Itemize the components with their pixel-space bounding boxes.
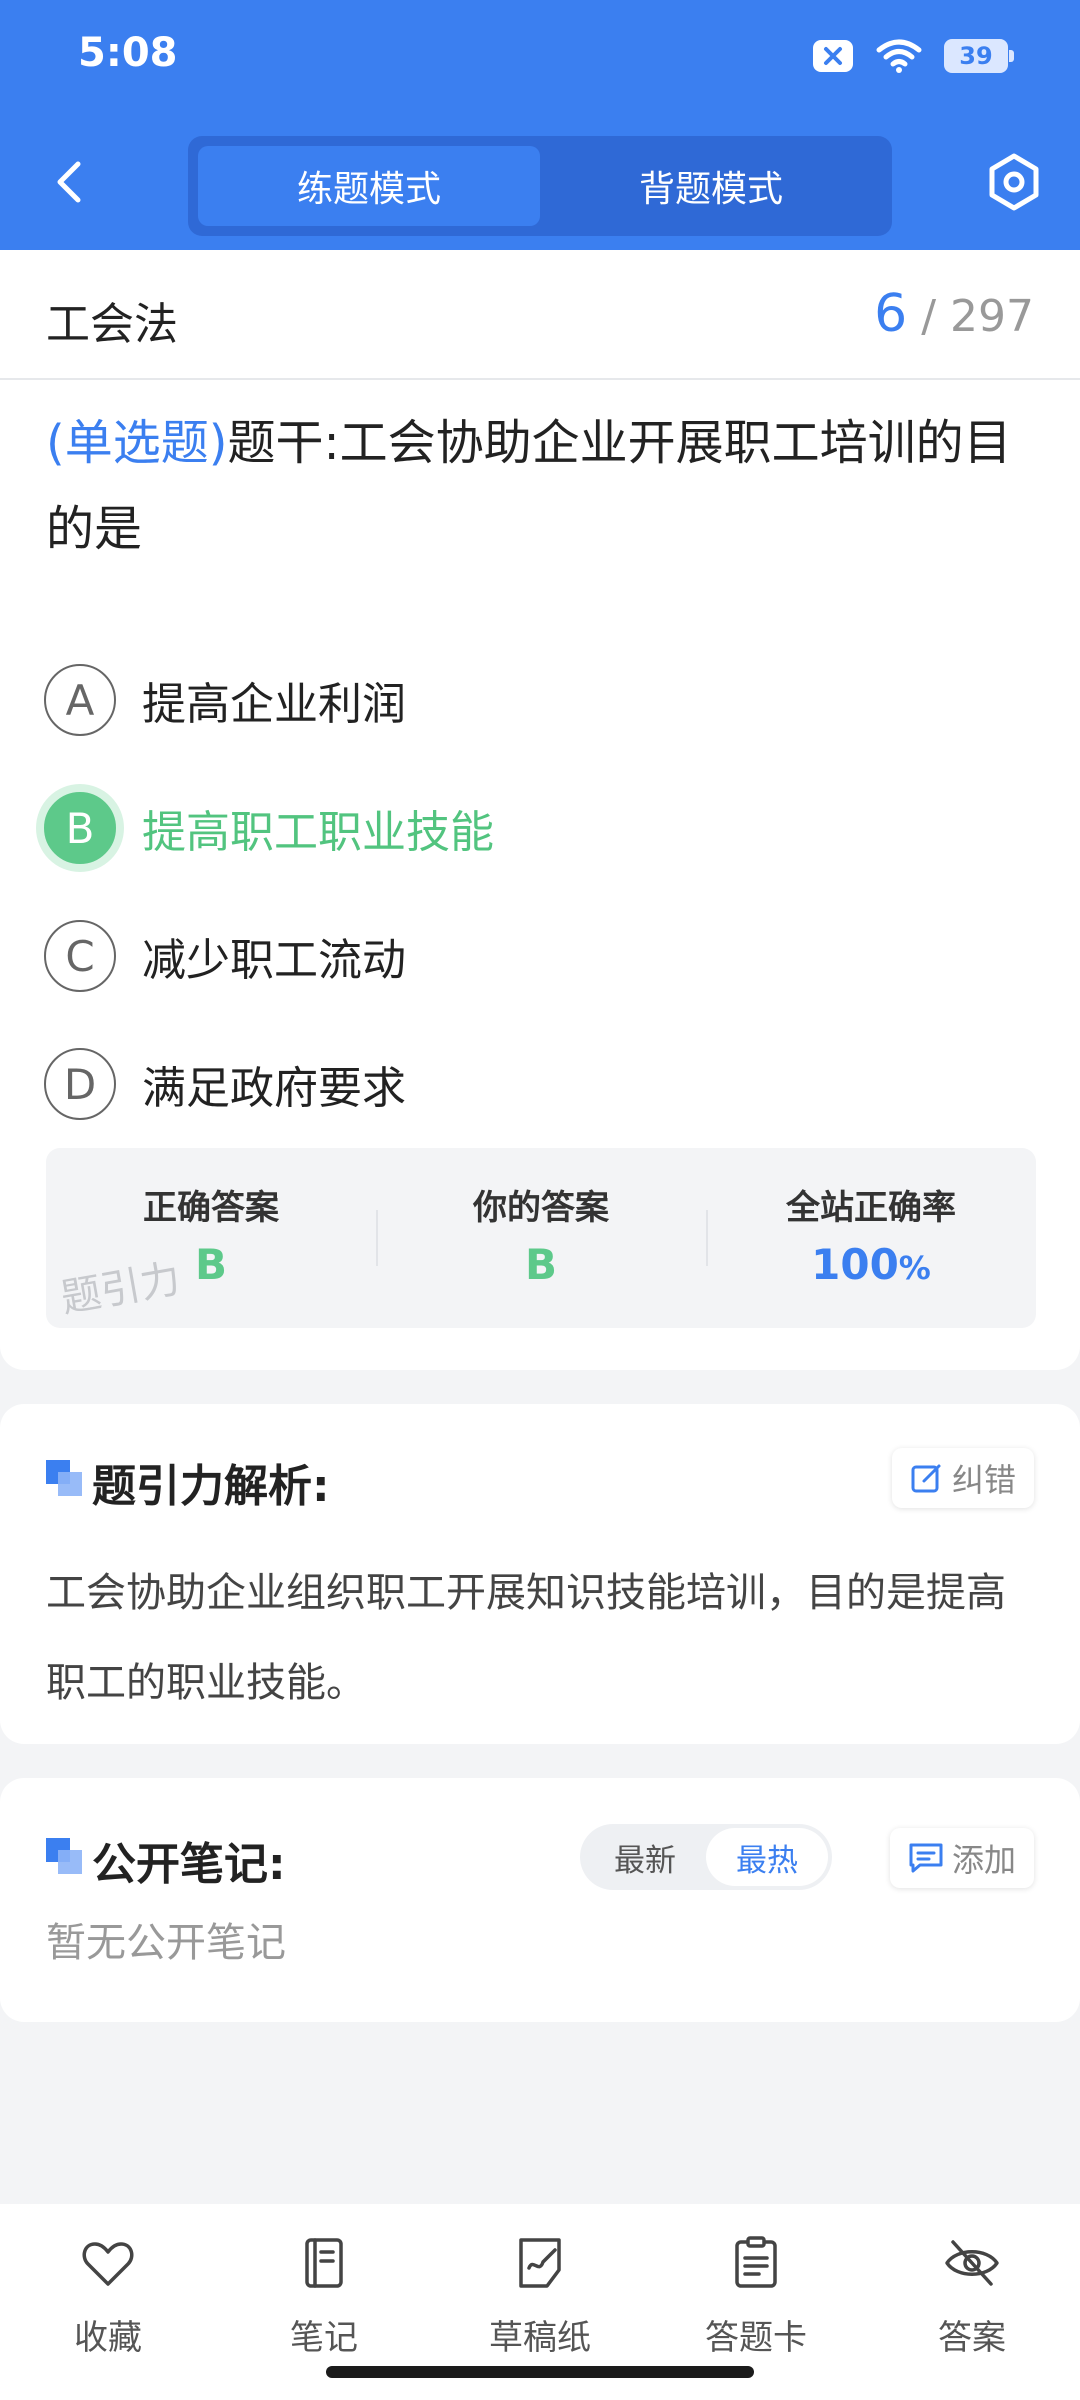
- status-icons: 39: [812, 38, 1014, 74]
- sort-hottest[interactable]: 最热: [706, 1828, 828, 1886]
- stat-label: 你的答案: [473, 1188, 609, 1228]
- stat-accuracy-rate: 全站正确率 100%: [706, 1148, 1036, 1328]
- wifi-icon: [876, 39, 922, 73]
- section-squares-icon: [46, 1460, 82, 1496]
- sort-newest[interactable]: 最新: [584, 1828, 706, 1886]
- option-text: 减少职工流动: [142, 935, 406, 986]
- settings-icon[interactable]: [982, 150, 1046, 214]
- analysis-card: 题引力解析: 纠错 工会协助企业组织职工开展知识技能培训，目的是提高职工的职业技…: [0, 1404, 1080, 1744]
- stat-your-answer: 你的答案 B: [376, 1148, 706, 1328]
- notebook-icon: [305, 2238, 343, 2288]
- nav-row: 练题模式 背题模式: [0, 120, 1080, 250]
- option-b[interactable]: B 提高职工职业技能: [44, 788, 494, 868]
- option-text: 提高职工职业技能: [142, 807, 494, 858]
- mode-switch: 练题模式 背题模式: [188, 136, 892, 236]
- option-a[interactable]: A 提高企业利润: [44, 660, 406, 740]
- notes-sort-toggle: 最新 最热: [580, 1824, 832, 1890]
- stat-label: 全站正确率: [786, 1188, 956, 1228]
- progress-current: 6: [874, 284, 908, 344]
- rate-unit: %: [898, 1249, 931, 1287]
- answer-sheet-icon: [735, 2236, 777, 2288]
- tab-memorize-mode[interactable]: 背题模式: [540, 146, 882, 226]
- question-stem: (单选题)题干:工会协助企业开展职工培训的目的是: [46, 400, 1036, 572]
- home-indicator[interactable]: [326, 2366, 754, 2378]
- analysis-title: 题引力解析:: [92, 1461, 330, 1512]
- favorite-button[interactable]: 收藏: [0, 2234, 216, 2359]
- status-bar: 5:08 39: [0, 0, 1080, 120]
- answer-sheet-label: 答题卡: [705, 2318, 807, 2358]
- answer-sheet-button[interactable]: 答题卡: [648, 2234, 864, 2359]
- option-text: 满足政府要求: [142, 1063, 406, 1114]
- progress-total: 297: [950, 291, 1034, 342]
- notes-button[interactable]: 笔记: [216, 2234, 432, 2359]
- option-d[interactable]: D 满足政府要求: [44, 1044, 406, 1124]
- analysis-text: 工会协助企业组织职工开展知识技能培训，目的是提高职工的职业技能。: [46, 1570, 1006, 1706]
- battery-icon: 39: [944, 39, 1014, 73]
- option-c[interactable]: C 减少职工流动: [44, 916, 406, 996]
- notes-card: 公开笔记: 最新 最热 添加 暂无公开笔记: [0, 1778, 1080, 2022]
- eye-off-icon: [945, 2240, 999, 2286]
- report-error-button[interactable]: 纠错: [891, 1448, 1034, 1508]
- battery-level: 39: [959, 42, 993, 70]
- notes-label: 笔记: [290, 2318, 358, 2358]
- comment-icon: [909, 1843, 943, 1873]
- draft-paper-icon: [519, 2238, 561, 2288]
- stat-correct-answer: 正确答案 B 题引力: [46, 1148, 376, 1328]
- back-icon[interactable]: [40, 152, 100, 212]
- option-text: 提高企业利润: [142, 679, 406, 730]
- app-root: 5:08 39 练题模式 背题模式 工会法 6 / 297 (单选题)题干:工会…: [0, 0, 1080, 2400]
- answer-toggle-button[interactable]: 答案: [864, 2234, 1080, 2359]
- answer-toggle-label: 答案: [938, 2318, 1006, 2358]
- rate-number: 100: [811, 1240, 899, 1289]
- edit-icon: [911, 1464, 941, 1493]
- header: 5:08 39 练题模式 背题模式: [0, 0, 1080, 250]
- question-card: 工会法 6 / 297 (单选题)题干:工会协助企业开展职工培训的目的是 A 提…: [0, 250, 1080, 1370]
- tab-practice-mode[interactable]: 练题模式: [198, 146, 540, 226]
- option-letter: C: [44, 920, 116, 992]
- question-progress[interactable]: 6 / 297: [874, 284, 1034, 344]
- stat-value: B: [524, 1240, 557, 1289]
- status-time: 5:08: [78, 30, 178, 76]
- stat-value: 100%: [706, 1240, 1036, 1289]
- stat-label: 正确答案: [143, 1188, 279, 1228]
- draft-paper-button[interactable]: 草稿纸: [432, 2234, 648, 2359]
- answer-stats: 正确答案 B 题引力 你的答案 B 全站正确率 100%: [46, 1148, 1036, 1328]
- question-type: (单选题): [46, 415, 228, 471]
- option-letter: D: [44, 1048, 116, 1120]
- subject-row: 工会法 6 / 297: [0, 250, 1080, 380]
- progress-separator: /: [921, 291, 937, 342]
- heart-icon: [82, 2242, 134, 2286]
- option-letter: A: [44, 664, 116, 736]
- add-note-button[interactable]: 添加: [889, 1828, 1034, 1888]
- notification-x-icon: [813, 40, 853, 72]
- option-letter: B: [44, 792, 116, 864]
- section-squares-icon: [46, 1838, 82, 1874]
- subject-title: 工会法: [46, 299, 178, 350]
- report-error-label: 纠错: [951, 1461, 1016, 1499]
- favorite-label: 收藏: [74, 2318, 142, 2358]
- notes-title: 公开笔记:: [92, 1839, 286, 1890]
- empty-notes-text: 暂无公开笔记: [46, 1920, 286, 1966]
- add-note-label: 添加: [951, 1841, 1016, 1879]
- draft-paper-label: 草稿纸: [489, 2318, 591, 2358]
